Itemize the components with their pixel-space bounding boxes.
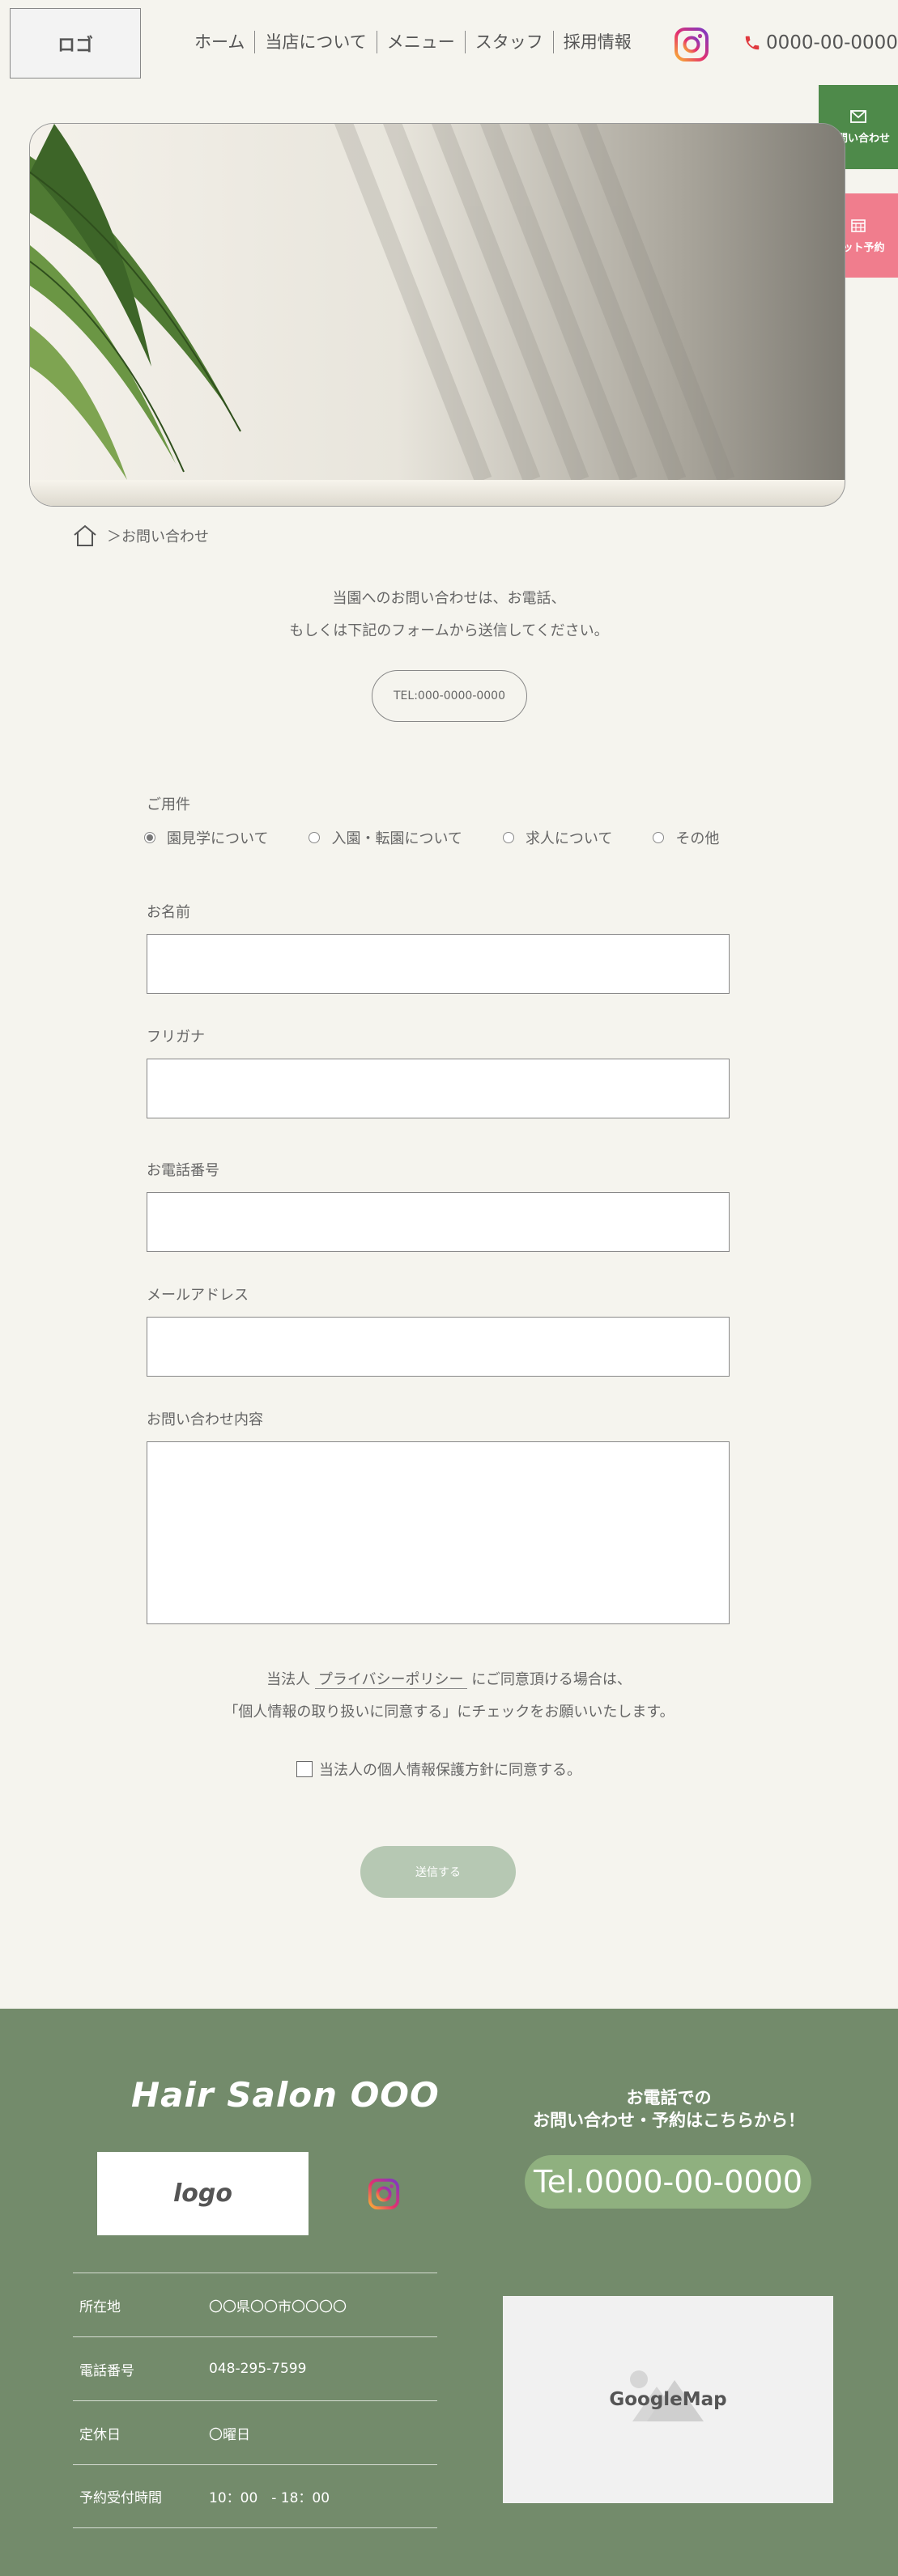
kana-input[interactable] [147, 1059, 730, 1118]
phone-cta-line-2: お問い合わせ・予約はこちらから！ [533, 2111, 805, 2130]
message-textarea[interactable] [147, 1441, 730, 1624]
purpose-radio-group: 園見学について 入園・転園について 求人について その他 [144, 827, 719, 848]
nav-staff[interactable]: スタッフ [464, 31, 553, 53]
purpose-label: ご用件 [147, 796, 190, 813]
info-value: 〇〇県〇〇市〇〇〇〇 [209, 2298, 347, 2315]
site-footer: Hair Salon OOO logo 所在地 〇〇県〇〇市〇〇〇〇 電話番号 … [0, 2009, 898, 2576]
tel-input[interactable] [147, 1192, 730, 1252]
message-label: お問い合わせ内容 [147, 1411, 263, 1428]
consent-text: 当法人 プライバシーポリシー にご同意頂ける場合は、 「個人情報の取り扱いに同意… [0, 1664, 898, 1729]
hero-image [29, 123, 845, 507]
name-label: お名前 [147, 904, 190, 921]
radio-button[interactable] [653, 832, 665, 843]
radio-button[interactable] [502, 832, 514, 843]
header-phone-number: 0000-00-0000 [766, 32, 898, 53]
intro-line-1: 当園へのお問い合わせは、お電話、 [332, 590, 566, 607]
consent-prefix: 当法人 [266, 1671, 311, 1688]
tel-label: お電話番号 [147, 1162, 219, 1179]
radio-button[interactable] [144, 832, 155, 843]
info-key: 予約受付時間 [79, 2490, 162, 2506]
breadcrumb: ＞お問い合わせ [73, 524, 209, 547]
purpose-option-enroll[interactable]: 入園・転園について [309, 827, 462, 848]
radio-label: 入園・転園について [331, 830, 462, 847]
agree-checkbox-row[interactable]: 当法人の個人情報保護方針に同意する。 [296, 1759, 581, 1780]
info-row-hours: 予約受付時間 10：00 - 18：00 [73, 2464, 437, 2528]
consent-suffix: にご同意頂ける場合は、 [471, 1671, 632, 1688]
consent-line-2: 「個人情報の取り扱いに同意する」にチェックをお願いいたします。 [223, 1704, 675, 1721]
info-value: 10：00 - 18：00 [209, 2490, 330, 2506]
nav-about[interactable]: 当店について [254, 31, 376, 53]
email-label: メールアドレス [147, 1287, 249, 1304]
home-icon[interactable] [73, 524, 97, 547]
calendar-icon [851, 219, 866, 232]
header-phone[interactable]: 0000-00-0000 [743, 32, 898, 53]
info-key: 所在地 [79, 2298, 121, 2315]
info-row-phone: 電話番号 048-295-7599 [73, 2336, 437, 2400]
google-map[interactable]: GoogleMap [503, 2296, 833, 2503]
phone-cta-heading: お電話での お問い合わせ・予約はこちらから！ [502, 2086, 836, 2132]
phone-icon [745, 36, 760, 50]
submit-button[interactable]: 送信する [360, 1846, 516, 1898]
radio-label: その他 [675, 830, 720, 847]
salon-info-table: 所在地 〇〇県〇〇市〇〇〇〇 電話番号 048-295-7599 定休日 〇曜日… [73, 2273, 437, 2528]
purpose-option-recruit[interactable]: 求人について [502, 827, 613, 848]
agree-checkbox[interactable] [296, 1761, 313, 1777]
purpose-option-other[interactable]: その他 [653, 827, 719, 848]
kana-label: フリガナ [147, 1029, 205, 1046]
name-input[interactable] [147, 934, 730, 994]
main-nav: ホーム 当店について メニュー スタッフ 採用情報 [185, 31, 641, 53]
info-row-holiday: 定休日 〇曜日 [73, 2400, 437, 2464]
info-value: 048-295-7599 [209, 2361, 307, 2377]
radio-label: 園見学について [167, 830, 269, 847]
agree-label: 当法人の個人情報保護方針に同意する。 [319, 1762, 581, 1779]
instagram-icon[interactable] [367, 2177, 401, 2211]
info-value: 〇曜日 [209, 2426, 250, 2443]
info-key: 定休日 [79, 2426, 121, 2443]
email-input[interactable] [147, 1317, 730, 1377]
purpose-option-visit[interactable]: 園見学について [144, 827, 268, 848]
header-logo[interactable]: ロゴ [10, 8, 141, 79]
phone-cta-line-1: お電話での [626, 2088, 712, 2107]
phone-cta-button[interactable]: Tel.0000-00-0000 [525, 2155, 811, 2209]
tel-button[interactable]: TEL:000-0000-0000 [372, 670, 527, 722]
breadcrumb-current: ＞お問い合わせ [107, 528, 209, 545]
intro-line-2: もしくは下記のフォームから送信してください。 [289, 622, 609, 639]
intro-text: 当園へのお問い合わせは、お電話、 もしくは下記のフォームから送信してください。 [0, 583, 898, 647]
radio-label: 求人について [525, 830, 613, 847]
footer-salon-name: Hair Salon OOO [131, 2075, 440, 2115]
nav-recruit[interactable]: 採用情報 [552, 31, 641, 53]
map-label: GoogleMap [609, 2389, 727, 2410]
radio-button[interactable] [309, 832, 321, 843]
info-key: 電話番号 [79, 2362, 134, 2379]
site-header: ロゴ ホーム 当店について メニュー スタッフ 採用情報 0000-00-000… [0, 0, 898, 89]
info-row-address: 所在地 〇〇県〇〇市〇〇〇〇 [73, 2273, 437, 2336]
footer-logo[interactable]: logo [97, 2152, 309, 2235]
nav-home[interactable]: ホーム [185, 31, 254, 53]
instagram-icon[interactable] [674, 27, 709, 62]
mail-icon [850, 109, 866, 123]
privacy-policy-link[interactable]: プライバシーポリシー [314, 1671, 467, 1689]
nav-menu[interactable]: メニュー [376, 31, 465, 53]
